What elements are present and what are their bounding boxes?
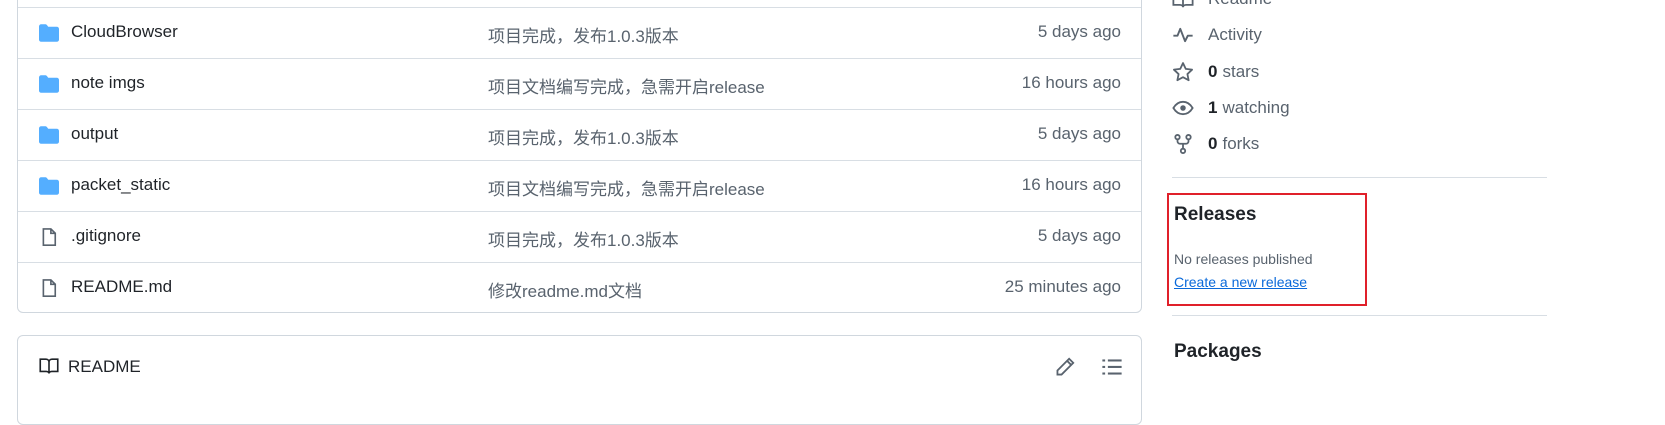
commit-date: 5 days ago [1037, 226, 1121, 245]
pencil-icon[interactable] [1054, 356, 1076, 378]
file-name-link[interactable]: CloudBrowser [71, 22, 178, 42]
commit-message-link[interactable]: 项目文档编写完成，急需开启release [488, 175, 765, 200]
commit-message-link[interactable]: 修改readme.md文档 [488, 277, 642, 302]
forks-label: forks [1222, 134, 1260, 153]
file-list: CloudBrowser 项目完成，发布1.0.3版本 5 days ago n… [17, 0, 1142, 313]
create-release-link[interactable]: Create a new release [1174, 274, 1307, 290]
commit-date: 5 days ago [1037, 22, 1121, 41]
commit-message-link[interactable]: 项目完成，发布1.0.3版本 [488, 124, 679, 149]
watching-label: watching [1222, 98, 1290, 117]
file-row[interactable]: .gitignore 项目完成，发布1.0.3版本 5 days ago [18, 211, 1141, 262]
folder-icon [39, 75, 59, 93]
sidebar-readme-link[interactable]: Readme [1172, 0, 1272, 12]
file-row[interactable]: output 项目完成，发布1.0.3版本 5 days ago [18, 109, 1141, 160]
readme-tab[interactable]: README [68, 357, 141, 377]
folder-icon [39, 24, 59, 42]
file-row[interactable]: note imgs 项目文档编写完成，急需开启release 16 hours … [18, 58, 1141, 109]
readme-panel: README [17, 335, 1142, 425]
eye-icon [1172, 100, 1194, 116]
stars-count: 0 [1208, 62, 1218, 81]
file-row[interactable]: packet_static 项目文档编写完成，急需开启release 16 ho… [18, 160, 1141, 211]
sidebar-forks-link[interactable]: 0 forks [1172, 131, 1259, 157]
file-name-link[interactable]: .gitignore [71, 226, 141, 246]
commit-date: 16 hours ago [1021, 175, 1121, 194]
releases-empty-text: No releases published [1174, 251, 1313, 267]
commit-date: 25 minutes ago [1004, 277, 1121, 296]
sidebar-divider [1172, 315, 1547, 316]
folder-icon [39, 126, 59, 144]
sidebar-watching-link[interactable]: 1 watching [1172, 95, 1290, 121]
commit-date: 16 hours ago [1021, 73, 1121, 92]
file-name-link[interactable]: output [71, 124, 118, 144]
file-row[interactable]: CloudBrowser 项目完成，发布1.0.3版本 5 days ago [18, 7, 1141, 58]
commit-message-link[interactable]: 项目文档编写完成，急需开启release [488, 73, 765, 98]
file-name-link[interactable]: packet_static [71, 175, 170, 195]
sidebar-activity-label: Activity [1208, 25, 1262, 44]
file-icon [42, 228, 57, 246]
folder-icon [39, 177, 59, 195]
packages-heading[interactable]: Packages [1174, 341, 1262, 363]
star-icon [1173, 62, 1193, 82]
commit-message-link[interactable]: 项目完成，发布1.0.3版本 [488, 22, 679, 47]
file-name-link[interactable]: note imgs [71, 73, 145, 93]
stars-label: stars [1222, 62, 1260, 81]
book-icon [1172, 0, 1194, 8]
watching-count: 1 [1208, 98, 1218, 117]
fork-icon [1174, 134, 1192, 154]
file-name-link[interactable]: README.md [71, 277, 172, 297]
file-row[interactable]: README.md 修改readme.md文档 25 minutes ago [18, 262, 1141, 312]
sidebar-activity-link[interactable]: Activity [1172, 22, 1262, 48]
forks-count: 0 [1208, 134, 1218, 153]
releases-heading[interactable]: Releases [1174, 204, 1256, 226]
commit-message-link[interactable]: 项目完成，发布1.0.3版本 [488, 226, 679, 251]
commit-date: 5 days ago [1037, 124, 1121, 143]
pulse-icon [1173, 27, 1193, 43]
file-icon [42, 279, 57, 297]
sidebar-stars-link[interactable]: 0 stars [1172, 59, 1259, 85]
sidebar-readme-label: Readme [1208, 0, 1272, 9]
sidebar-divider [1172, 177, 1547, 178]
list-icon[interactable] [1101, 356, 1123, 378]
book-icon [39, 358, 59, 374]
